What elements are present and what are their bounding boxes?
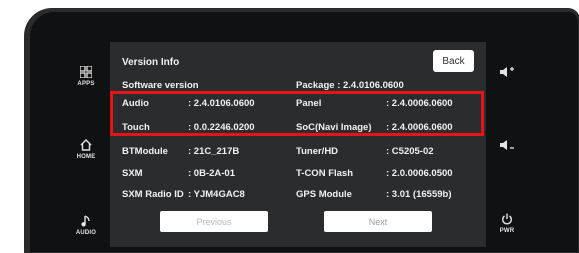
power-label: PWR <box>499 228 515 234</box>
gps-module-key: GPS Module <box>296 189 352 200</box>
power-button[interactable]: PWR <box>494 213 520 234</box>
tcon-value: : 2.0.0006.0500 <box>386 168 453 179</box>
volume-up-button[interactable] <box>494 66 520 80</box>
sxm-value: : 0B-2A-01 <box>188 168 235 179</box>
next-button[interactable]: Next <box>324 211 432 232</box>
volume-down-button[interactable] <box>494 139 520 153</box>
home-icon <box>73 139 99 153</box>
sxm-radio-id-key: SXM Radio ID <box>122 189 184 200</box>
sxm-radio-id-value: : YJM4GAC8 <box>188 189 245 200</box>
volume-down-icon <box>494 139 520 153</box>
music-note-icon <box>73 215 99 229</box>
home-button[interactable]: HOME <box>73 139 99 160</box>
tuner-key: Tuner/HD <box>296 146 339 157</box>
apps-label: APPS <box>77 81 95 87</box>
highlight-annotation-box <box>110 91 484 136</box>
audio-label: AUDIO <box>75 230 97 236</box>
btmodule-value: : 21C_217B <box>188 146 240 157</box>
apps-grid-icon <box>73 65 99 80</box>
previous-button[interactable]: Previous <box>160 211 268 232</box>
power-icon <box>494 213 520 227</box>
back-button[interactable]: Back <box>433 50 474 72</box>
volume-up-icon <box>494 66 520 80</box>
tuner-value: : C5205-02 <box>386 146 434 157</box>
gps-module-value: : 3.01 (16559b) <box>386 189 452 200</box>
tcon-key: T-CON Flash <box>296 168 354 179</box>
software-version-label: Software version <box>122 80 199 91</box>
sxm-key: SXM <box>122 168 143 179</box>
apps-button[interactable]: APPS <box>73 65 99 87</box>
page-title: Version Info <box>122 57 180 68</box>
audio-button[interactable]: AUDIO <box>73 215 99 236</box>
home-label: HOME <box>76 154 96 160</box>
btmodule-key: BTModule <box>122 146 168 157</box>
package-version: Package : 2.4.0106.0600 <box>296 80 404 91</box>
